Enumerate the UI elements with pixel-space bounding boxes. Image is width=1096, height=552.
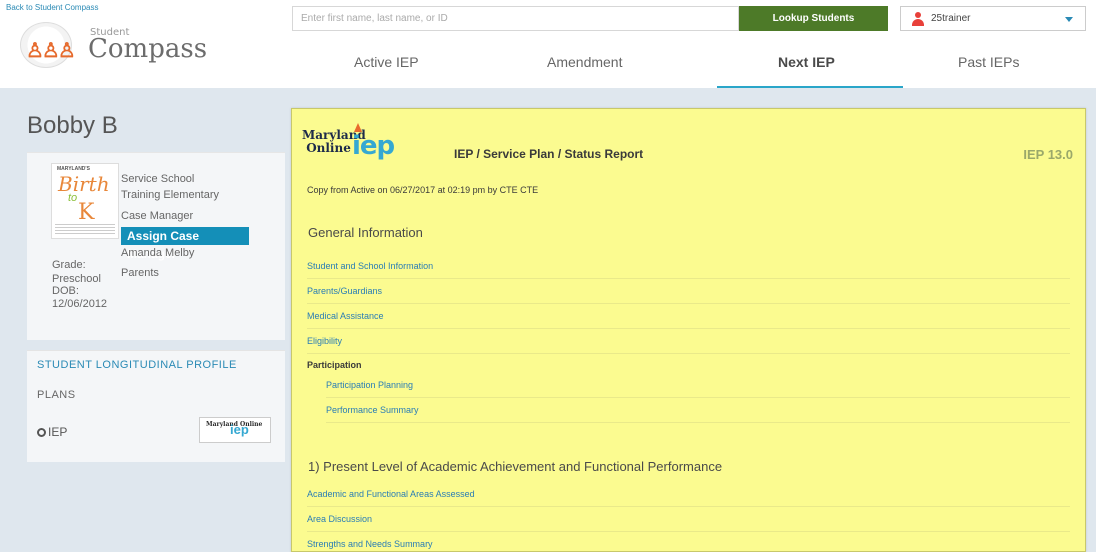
user-icon [912,12,924,26]
longitudinal-profile-card: STUDENT LONGITUDINAL PROFILE PLANS IEP M… [27,350,285,462]
parents-label: Parents [121,267,159,279]
participation-label: Participation [307,360,362,370]
dob-value: 12/06/2012 [52,298,108,310]
strengths-needs-summary-link[interactable]: Strengths and Needs Summary [307,532,1070,552]
service-school-label: Service School [121,173,195,185]
student-search-input[interactable]: Enter first name, last name, or ID [292,6,739,31]
tab-past-ieps[interactable]: Past IEPs [958,54,1019,70]
chevron-down-icon [1065,17,1073,22]
service-school-value: Training Elementary [121,189,220,201]
back-to-student-compass-link[interactable]: Back to Student Compass [6,3,99,12]
general-information-heading: General Information [308,225,423,240]
birth-to-k-logo: MARYLAND'S Birth to K [51,163,119,239]
logo-title: Compass [88,34,208,64]
iep-plan-item[interactable]: IEP [37,425,67,439]
longitudinal-profile-link[interactable]: STUDENT LONGITUDINAL PROFILE [37,359,237,371]
grade-value: Preschool [52,273,101,285]
participation-planning-link[interactable]: Participation Planning [326,373,1070,398]
performance-summary-link[interactable]: Performance Summary [326,398,1070,423]
maryland-online-iep-logo-small[interactable]: Maryland Online iep [199,417,271,443]
case-manager-name: Amanda Melby [121,247,195,259]
copy-note: Copy from Active on 06/27/2017 at 02:19 … [307,185,539,195]
top-header: Back to Student Compass ♙♙♙ Student Comp… [0,0,1096,88]
case-manager-label: Case Manager [121,210,194,222]
radio-circle-icon [37,428,46,437]
student-info-card: MARYLAND'S Birth to K Service School Tra… [27,152,285,340]
student-name: Bobby B [27,112,118,139]
eligibility-link[interactable]: Eligibility [307,329,1070,354]
tab-active-iep[interactable]: Active IEP [354,54,419,70]
assign-case-manager-button[interactable]: Assign Case Manager [121,227,249,261]
plaafp-heading: 1) Present Level of Academic Achievement… [308,459,723,474]
student-compass-logo[interactable]: ♙♙♙ Student Compass [20,20,207,72]
iep-version: IEP 13.0 [1023,147,1073,162]
panel-title: IEP / Service Plan / Status Report [454,147,644,161]
tab-amendment[interactable]: Amendment [547,54,622,70]
iep-tabs: Active IEP Amendment Next IEP Past IEPs [292,42,1096,88]
user-menu-dropdown[interactable]: 25trainer [900,6,1086,31]
maryland-online-iep-logo: Maryland Online iep [302,123,442,165]
iep-plan-label: IEP [48,425,68,439]
area-discussion-link[interactable]: Area Discussion [307,507,1070,532]
dob-label: DOB: [52,285,79,297]
family-figures-icon: ♙♙♙ [26,40,76,62]
medical-assistance-link[interactable]: Medical Assistance [307,304,1070,329]
academic-functional-areas-link[interactable]: Academic and Functional Areas Assessed [307,482,1070,507]
tab-next-iep[interactable]: Next IEP [778,54,835,70]
parents-guardians-link[interactable]: Parents/Guardians [307,279,1070,304]
plans-label: PLANS [37,389,76,401]
user-name: 25trainer [931,13,971,24]
iep-main-panel: Maryland Online iep IEP / Service Plan /… [291,108,1086,552]
lookup-students-button[interactable]: Lookup Students [739,6,888,31]
grade-label: Grade: [52,259,86,271]
student-school-info-link[interactable]: Student and School Information [307,254,1070,279]
